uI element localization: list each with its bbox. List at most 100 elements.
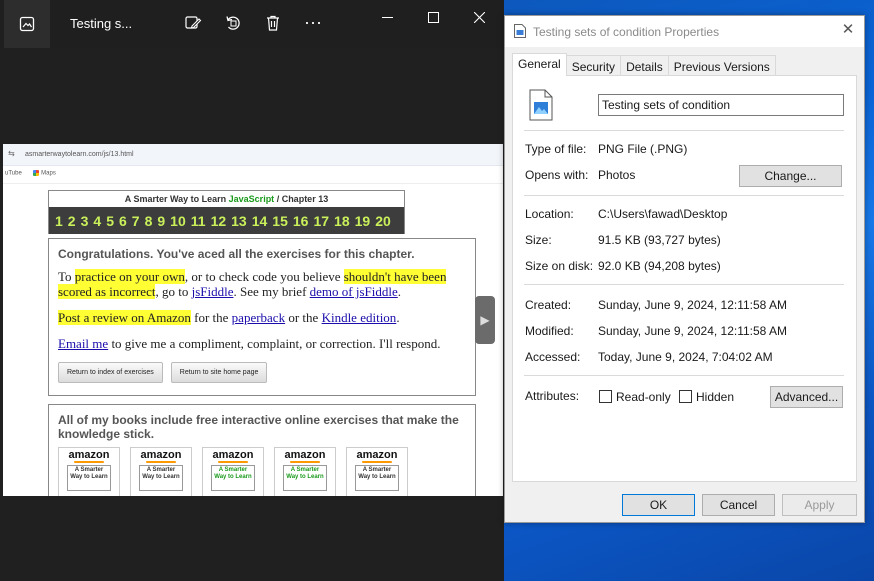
close-icon[interactable] (456, 6, 502, 28)
amazon-smile-icon (74, 461, 104, 463)
chapter-link[interactable]: 6 (119, 213, 127, 229)
address-bar: ⇆ asmarterwaytolearn.com/js/13.html (3, 144, 503, 166)
highlight: practice on your own (74, 269, 185, 284)
accessed-value: Today, June 9, 2024, 7:04:02 AM (598, 350, 773, 364)
cancel-button[interactable]: Cancel (702, 494, 775, 516)
filename-field[interactable]: Testing sets of condition (598, 94, 844, 116)
practice-paragraph: To practice on your own, or to check cod… (58, 269, 466, 299)
paperback-link[interactable]: paperback (232, 310, 285, 325)
book-thumbnail[interactable]: amazon A Smarter Way to Learn (274, 447, 336, 496)
book-cover: A Smarter Way to Learn (355, 465, 399, 491)
change-button[interactable]: Change... (739, 165, 842, 187)
properties-title: Testing sets of condition Properties (533, 25, 720, 39)
books-box: All of my books include free interactive… (48, 404, 476, 496)
photos-app-icon[interactable] (4, 0, 50, 48)
chapter-link[interactable]: 12 (211, 213, 227, 229)
chapter-link[interactable]: 14 (252, 213, 268, 229)
text: . See my brief (233, 284, 310, 299)
chapter-link[interactable]: 16 (293, 213, 309, 229)
created-label: Created: (525, 298, 572, 312)
advanced-button[interactable]: Advanced... (770, 386, 843, 408)
chapter-link[interactable]: 4 (93, 213, 101, 229)
chapter-link[interactable]: 11 (191, 213, 206, 229)
hidden-label: Hidden (696, 390, 735, 404)
return-home-button[interactable]: Return to site home page (170, 362, 268, 383)
book-thumbnail[interactable]: amazon A Smarter Way to Learn (58, 447, 120, 496)
book-cover: A Smarter Way to Learn (283, 465, 327, 491)
jsfiddle-link[interactable]: jsFiddle (192, 284, 234, 299)
book-cover: A Smarter Way to Learn (139, 465, 183, 491)
file-icon (514, 24, 526, 38)
site-info-icon: ⇆ (8, 149, 15, 158)
text: for the (190, 310, 232, 325)
photos-title: Testing s... (70, 16, 133, 31)
maximize-icon[interactable] (410, 6, 456, 28)
tab-security[interactable]: Security (565, 55, 622, 76)
chapter-link[interactable]: 17 (313, 213, 329, 229)
close-icon[interactable]: ✕ (840, 22, 856, 38)
more-icon[interactable]: ··· (302, 12, 324, 32)
congrats-heading: Congratulations. You've aced all the exe… (58, 247, 415, 261)
edit-icon[interactable] (183, 13, 203, 33)
chapter-link[interactable]: 13 (231, 213, 247, 229)
return-index-button[interactable]: Return to index of exercises (58, 362, 163, 383)
modified-label: Modified: (525, 324, 574, 338)
url-text: asmarterwaytolearn.com/js/13.html (25, 151, 134, 158)
text: To (58, 269, 75, 284)
text: , or to check code you believe (184, 269, 344, 284)
amazon-logo: amazon (356, 449, 398, 461)
delete-icon[interactable] (263, 13, 283, 33)
chapter-link[interactable]: 3 (81, 213, 89, 229)
photos-titlebar: Testing s... ··· (0, 0, 504, 48)
amazon-logo: amazon (284, 449, 326, 461)
amazon-logo: amazon (212, 449, 254, 461)
chapter-link[interactable]: 9 (157, 213, 165, 229)
size-label: Size: (525, 233, 552, 247)
chapter-link[interactable]: 19 (355, 213, 371, 229)
email-link[interactable]: Email me (58, 336, 108, 351)
tab-previous-versions[interactable]: Previous Versions (667, 55, 776, 76)
png-file-icon (529, 89, 553, 121)
amazon-logo: amazon (140, 449, 182, 461)
hidden-checkbox[interactable] (679, 390, 692, 403)
chapter-link[interactable]: 18 (334, 213, 350, 229)
size-on-disk-label: Size on disk: (525, 259, 594, 273)
ok-button[interactable]: OK (622, 494, 695, 516)
demo-jsfiddle-link[interactable]: demo of jsFiddle (310, 284, 398, 299)
book-thumbnail[interactable]: amazon A Smarter Way to Learn (130, 447, 192, 496)
header-js: JavaScript (228, 194, 275, 204)
book-thumbnail[interactable]: amazon A Smarter Way to Learn (202, 447, 264, 496)
book-cover: A Smarter Way to Learn (67, 465, 111, 491)
chapter-link[interactable]: 10 (170, 213, 186, 229)
chapter-link[interactable]: 15 (272, 213, 288, 229)
next-image-button[interactable]: ▶ (475, 296, 495, 344)
apply-button[interactable]: Apply (782, 494, 857, 516)
text: or the (285, 310, 322, 325)
bookmark-maps: Maps (41, 170, 56, 177)
opens-value: Photos (598, 168, 636, 182)
rotate-icon[interactable] (223, 13, 243, 33)
book-thumbnail[interactable]: amazon A Smarter Way to Learn (346, 447, 408, 496)
tab-details[interactable]: Details (620, 55, 669, 76)
bookmarks-bar: uTube Maps (3, 166, 503, 184)
review-paragraph: Post a review on Amazon for the paperbac… (58, 310, 466, 325)
type-label: Type of file: (525, 142, 587, 156)
readonly-checkbox[interactable] (599, 390, 612, 403)
minimize-icon[interactable] (364, 6, 410, 28)
accessed-label: Accessed: (525, 350, 581, 364)
kindle-link[interactable]: Kindle edition (322, 310, 397, 325)
chapter-link[interactable]: 1 (55, 213, 63, 229)
tab-general[interactable]: General (512, 53, 567, 76)
chapter-link[interactable]: 5 (106, 213, 114, 229)
properties-titlebar: Testing sets of condition Properties ✕ (505, 16, 864, 47)
readonly-label: Read-only (616, 390, 671, 404)
chapter-link[interactable]: 8 (145, 213, 153, 229)
bookmark-youtube: uTube (5, 170, 22, 177)
opens-label: Opens with: (525, 168, 589, 182)
chapter-link[interactable]: 2 (68, 213, 76, 229)
text: , go to (155, 284, 192, 299)
divider (524, 195, 844, 196)
text: to give me a compliment, complaint, or c… (108, 336, 441, 351)
chapter-link[interactable]: 7 (132, 213, 140, 229)
chapter-link[interactable]: 20 (375, 213, 391, 229)
